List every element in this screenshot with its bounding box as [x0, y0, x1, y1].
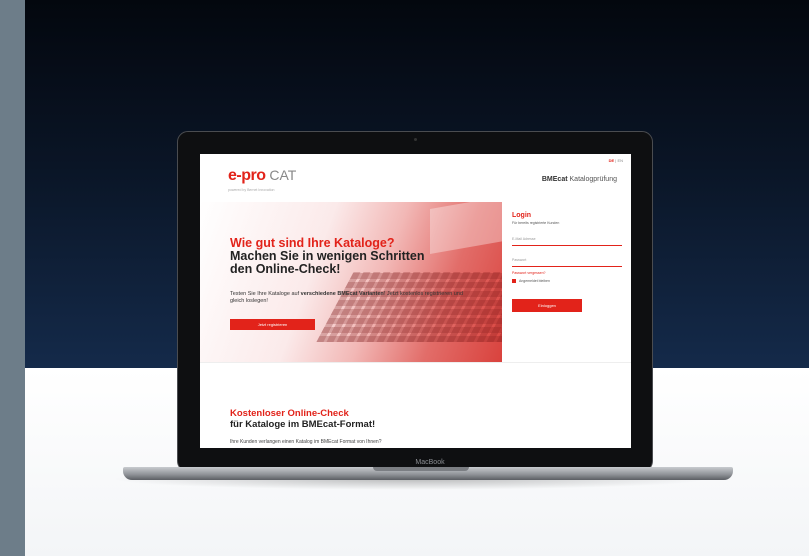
hero-title-line3: den Online-Check!: [230, 262, 341, 276]
site-logo[interactable]: e-pro CAT: [228, 167, 296, 185]
hero-title: Wie gut sind Ihre Kataloge? Machen Sie i…: [230, 237, 490, 276]
remember-checkbox[interactable]: [512, 279, 516, 283]
hero-title-line2: Machen Sie in wenigen Schritten: [230, 249, 425, 263]
remember-me[interactable]: Angemeldet bleiben: [512, 279, 622, 283]
logo-prefix: e-pro: [228, 167, 266, 184]
section-divider: [200, 362, 631, 363]
hero-text-bold: verschiedene BMEcat Varianten: [300, 291, 384, 297]
language-switch: DE | EN: [609, 158, 623, 163]
header-product-bold: BMEcat: [541, 176, 568, 183]
remember-label: Angemeldet bleiben: [519, 279, 550, 283]
login-subtitle: Für bereits registrierte Kunden: [512, 221, 560, 225]
keyboard-image: [316, 272, 502, 342]
hero-banner: Wie gut sind Ihre Kataloge? Machen Sie i…: [200, 202, 502, 362]
header-product-name: BMEcat Katalogprüfung: [542, 176, 617, 183]
laptop-lid: DE | EN e-pro CAT powered by Bernet Inno…: [177, 131, 653, 472]
header-product-rest: Katalogprüfung: [567, 176, 618, 183]
section-text: Ihre Kunden verlangen einen Katalog im B…: [230, 439, 382, 445]
side-strip: [0, 0, 25, 556]
logo-tagline: powered by Bernet Innovation: [228, 188, 275, 192]
section-title-line2: für Kataloge im BMEcat-Format!: [230, 419, 376, 430]
forgot-password-link[interactable]: Passwort vergessen?: [512, 271, 622, 275]
login-title: Login: [512, 212, 532, 219]
logo-suffix: CAT: [265, 167, 297, 183]
login-button[interactable]: Einloggen: [512, 299, 582, 312]
email-field[interactable]: E-Mail Adresse: [512, 237, 622, 246]
register-button[interactable]: Jetzt registrieren: [230, 319, 315, 330]
hero-text: Testen Sie Ihre Kataloge auf verschieden…: [230, 291, 470, 305]
password-field[interactable]: Passwort: [512, 258, 622, 267]
laptop-screen: DE | EN e-pro CAT powered by Bernet Inno…: [200, 154, 631, 448]
section-title-red: Kostenloser Online-Check: [230, 408, 349, 419]
hero-text-1: Testen Sie Ihre Kataloge auf: [230, 291, 301, 297]
lang-en-link[interactable]: EN: [617, 158, 623, 163]
laptop-notch: [373, 467, 469, 471]
section-title: Kostenloser Online-Check für Kataloge im…: [230, 408, 375, 430]
login-panel: Login Für bereits registrierte Kunden E-…: [512, 212, 622, 362]
camera-icon: [414, 138, 417, 141]
laptop-brand-label: MacBook: [415, 459, 445, 466]
